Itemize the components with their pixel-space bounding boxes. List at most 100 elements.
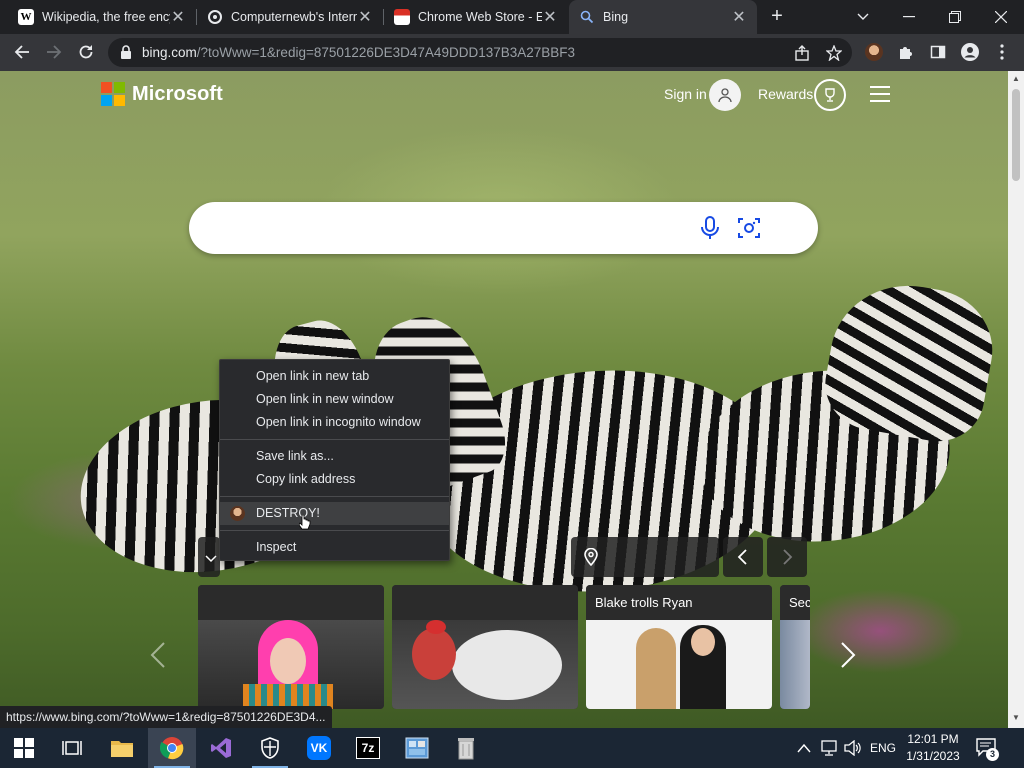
recycle-bin-icon[interactable] [442, 728, 490, 768]
taskbar-clock[interactable]: 12:01 PM 1/31/2023 [898, 731, 968, 765]
action-center-icon[interactable]: 3 [976, 728, 999, 768]
news-card[interactable] [392, 585, 578, 709]
side-panel-icon[interactable] [924, 38, 952, 66]
chrome-taskbar-icon[interactable] [148, 728, 196, 768]
news-card-caption: Sec [780, 585, 810, 620]
next-image-button[interactable] [767, 537, 807, 577]
menu-item-copy-link-address[interactable]: Copy link address [220, 468, 449, 491]
menu-item-destroy[interactable]: DESTROY! [220, 502, 449, 525]
control-panel-icon[interactable] [393, 728, 441, 768]
news-card-caption: Blake trolls Ryan [586, 585, 772, 620]
chicken-head [412, 628, 456, 680]
extension-avatar-icon[interactable] [860, 38, 888, 66]
volume-icon[interactable] [844, 728, 862, 768]
news-card-image [392, 620, 578, 709]
vk-icon[interactable]: VK [295, 728, 343, 768]
chicken-body [452, 630, 562, 700]
network-icon[interactable] [820, 728, 838, 768]
close-window-button[interactable] [978, 0, 1024, 34]
scrollbar-thumb[interactable] [1012, 89, 1020, 181]
url-host: bing.com [142, 45, 197, 60]
reload-button[interactable] [72, 38, 100, 66]
news-card-image [780, 620, 810, 709]
close-tab-icon[interactable]: ✕ [170, 7, 186, 27]
link-status-bar: https://www.bing.com/?toWww=1&redig=8750… [0, 706, 332, 728]
menu-item-open-new-tab[interactable]: Open link in new tab [220, 365, 449, 388]
scroll-down-arrow-icon[interactable]: ▼ [1012, 713, 1020, 722]
context-menu: Open link in new tab Open link in new wi… [219, 359, 450, 561]
lock-icon[interactable] [120, 45, 132, 64]
chrome-web-store-favicon-icon [394, 9, 410, 25]
search-box[interactable] [189, 202, 818, 254]
share-icon[interactable] [792, 43, 812, 63]
tab-title: Bing [603, 10, 629, 24]
tab-title: Wikipedia, the free encyclopedia [42, 10, 170, 24]
carousel-prev-arrow-icon[interactable] [150, 641, 170, 671]
person-blonde [636, 628, 676, 709]
image-location-button[interactable] [571, 537, 719, 577]
wikipedia-favicon-icon: W [18, 9, 34, 25]
rewards-trophy-icon[interactable] [814, 79, 846, 111]
carousel-next-arrow-icon[interactable] [840, 641, 860, 671]
input-language-indicator[interactable]: ENG [870, 728, 896, 768]
windows-taskbar: VK 7z ENG 12:01 PM 1/31/2023 3 [0, 728, 1024, 768]
close-tab-icon[interactable]: ✕ [542, 7, 558, 27]
microsoft-grid-icon [101, 82, 125, 106]
tab-computernewb[interactable]: Computernewb's Internet Archive ✕ [197, 0, 383, 34]
tab-chrome-web-store[interactable]: Chrome Web Store - Extensions ✕ [384, 0, 568, 34]
address-bar[interactable]: bing.com/?toWww=1&redig=87501226DE3D47A4… [108, 38, 852, 67]
microsoft-wordmark: Microsoft [132, 82, 223, 105]
notification-count-badge: 3 [986, 748, 999, 761]
page-scrollbar[interactable]: ▲ ▼ [1008, 71, 1024, 728]
7zip-icon[interactable]: 7z [344, 728, 392, 768]
tab-search-chevron-icon[interactable] [840, 0, 886, 34]
close-tab-icon[interactable]: ✕ [731, 7, 747, 27]
browser-toolbar: bing.com/?toWww=1&redig=87501226DE3D47A4… [0, 34, 1024, 71]
hamburger-menu-icon[interactable] [870, 86, 890, 102]
show-hidden-icons-chevron-icon[interactable] [797, 728, 811, 768]
tab-bing[interactable]: Bing ✕ [569, 0, 757, 34]
scroll-up-arrow-icon[interactable]: ▲ [1012, 74, 1020, 83]
user-avatar-icon[interactable] [709, 79, 741, 111]
extensions-puzzle-icon[interactable] [892, 38, 920, 66]
menu-separator [220, 439, 449, 440]
news-card-partial[interactable]: Sec [780, 585, 810, 709]
start-button[interactable] [0, 728, 48, 768]
task-view-icon[interactable] [48, 728, 96, 768]
forward-button[interactable] [40, 38, 68, 66]
news-card-caption [198, 585, 384, 620]
menu-item-open-new-window[interactable]: Open link in new window [220, 388, 449, 411]
menu-item-open-incognito[interactable]: Open link in incognito window [220, 411, 449, 434]
collapse-chevron-button[interactable] [198, 537, 220, 577]
rewards-link[interactable]: Rewards [758, 86, 813, 102]
chrome-menu-icon[interactable] [988, 38, 1016, 66]
sign-in-link[interactable]: Sign in [664, 86, 707, 102]
minimize-button[interactable] [886, 0, 932, 34]
mouse-cursor-icon [298, 514, 311, 538]
menu-separator [220, 496, 449, 497]
visual-search-camera-icon[interactable] [737, 216, 761, 240]
previous-image-button[interactable] [723, 537, 763, 577]
new-tab-button[interactable]: + [765, 5, 789, 29]
url-text: bing.com/?toWww=1&redig=87501226DE3D47A4… [142, 45, 575, 60]
restore-button[interactable] [932, 0, 978, 34]
menu-item-inspect[interactable]: Inspect [220, 536, 449, 559]
microphone-icon[interactable] [698, 216, 722, 240]
bookmark-star-icon[interactable] [824, 43, 844, 63]
menu-separator [220, 530, 449, 531]
profile-icon[interactable] [956, 38, 984, 66]
file-explorer-icon[interactable] [98, 728, 146, 768]
url-path: /?toWww=1&redig=87501226DE3D47A49DDD137B… [196, 45, 576, 60]
news-card[interactable] [198, 585, 384, 709]
tab-title: Computernewb's Internet Archive [231, 10, 357, 24]
visual-studio-icon[interactable] [197, 728, 245, 768]
news-card[interactable]: Blake trolls Ryan [586, 585, 772, 709]
tab-strip: W Wikipedia, the free encyclopedia ✕ Com… [0, 0, 1024, 34]
microsoft-logo[interactable]: Microsoft [101, 82, 223, 106]
close-tab-icon[interactable]: ✕ [357, 7, 373, 27]
back-button[interactable] [8, 38, 36, 66]
menu-item-save-link-as[interactable]: Save link as... [220, 445, 449, 468]
tab-wikipedia[interactable]: W Wikipedia, the free encyclopedia ✕ [8, 0, 196, 34]
tab-title: Chrome Web Store - Extensions [418, 10, 542, 24]
windows-security-icon[interactable] [246, 728, 294, 768]
